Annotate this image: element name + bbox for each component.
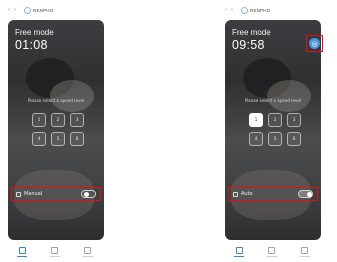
speed-level-button[interactable]: 3 bbox=[70, 113, 84, 127]
top-bar: ‹ › RENPHO bbox=[6, 4, 104, 16]
mode-toggle[interactable] bbox=[298, 190, 313, 198]
stats-tab-icon bbox=[301, 247, 309, 254]
speed-level-button[interactable]: 2 bbox=[51, 113, 65, 127]
auto-mode-icon: ◎ bbox=[309, 38, 320, 49]
auto-mode-button[interactable]: ◎ bbox=[306, 35, 323, 52]
mode-toggle-row[interactable]: Manual bbox=[11, 187, 101, 201]
timer: 09:58 bbox=[232, 38, 265, 52]
speed-level-button[interactable]: 4 bbox=[249, 132, 263, 146]
speed-level-button[interactable]: 6 bbox=[70, 132, 84, 146]
speed-level-grid: 1 2 3 4 5 6 bbox=[249, 113, 301, 146]
brand: RENPHO bbox=[241, 6, 271, 14]
tab-indicator bbox=[17, 256, 28, 257]
bottom-tab-bar bbox=[223, 242, 321, 262]
speed-hint: Please select a speed level bbox=[27, 98, 85, 103]
stats-tab-icon bbox=[84, 247, 92, 254]
forward-arrow-icon[interactable]: › bbox=[229, 7, 235, 13]
tab-indicator bbox=[234, 256, 245, 257]
tab-home[interactable] bbox=[11, 247, 33, 257]
mode-icon bbox=[233, 191, 238, 197]
mode-title: Free mode bbox=[15, 28, 54, 37]
speed-level-button[interactable]: 5 bbox=[268, 132, 282, 146]
brand-logo-icon bbox=[241, 6, 248, 14]
mode-title: Free mode bbox=[232, 28, 271, 37]
home-tab-icon bbox=[235, 247, 243, 254]
folder-tab-icon bbox=[268, 247, 276, 254]
speed-level-button[interactable]: 2 bbox=[268, 113, 282, 127]
forward-arrow-icon[interactable]: › bbox=[12, 7, 18, 13]
speed-level-button[interactable]: 1 bbox=[32, 113, 46, 127]
tab-folder[interactable] bbox=[261, 247, 283, 257]
brand-name: RENPHO bbox=[250, 7, 271, 13]
tab-home[interactable] bbox=[228, 247, 250, 257]
tab-indicator bbox=[266, 256, 277, 257]
massage-screen: Free mode 09:58 Please select a speed le… bbox=[225, 20, 321, 240]
speed-hint: Please select a speed level bbox=[244, 98, 302, 103]
speed-level-button[interactable]: 6 bbox=[287, 132, 301, 146]
brand-name: RENPHO bbox=[33, 7, 54, 13]
top-bar: ‹ › RENPHO bbox=[223, 4, 321, 16]
speed-level-button[interactable]: 3 bbox=[287, 113, 301, 127]
mode-toggle-row[interactable]: Auto bbox=[228, 187, 318, 201]
background-image bbox=[50, 80, 94, 112]
toggle-knob bbox=[84, 192, 89, 197]
speed-level-button-active[interactable]: 1 bbox=[249, 113, 263, 127]
bottom-tab-bar bbox=[6, 242, 104, 262]
phone-screen-manual: ‹ › RENPHO Free mode 01:08 Please select… bbox=[6, 4, 104, 262]
mode-icon bbox=[16, 191, 21, 197]
toggle-knob bbox=[307, 192, 312, 197]
home-tab-icon bbox=[18, 247, 26, 254]
brand-logo-icon bbox=[24, 6, 31, 14]
tab-indicator bbox=[299, 256, 310, 257]
tab-folder[interactable] bbox=[44, 247, 66, 257]
mode-label: Manual bbox=[24, 191, 43, 197]
tab-stats[interactable] bbox=[294, 247, 316, 257]
mode-toggle[interactable] bbox=[81, 190, 96, 198]
speed-level-grid: 1 2 3 4 5 6 bbox=[32, 113, 84, 146]
speed-level-button[interactable]: 4 bbox=[32, 132, 46, 146]
mode-label: Auto bbox=[241, 191, 253, 197]
tab-indicator bbox=[49, 256, 60, 257]
background-image bbox=[267, 80, 311, 112]
massage-screen: Free mode 01:08 Please select a speed le… bbox=[8, 20, 104, 240]
speed-level-button[interactable]: 5 bbox=[51, 132, 65, 146]
brand: RENPHO bbox=[24, 6, 54, 14]
folder-tab-icon bbox=[51, 247, 59, 254]
tab-stats[interactable] bbox=[77, 247, 99, 257]
tab-indicator bbox=[82, 256, 93, 257]
timer: 01:08 bbox=[15, 38, 48, 52]
